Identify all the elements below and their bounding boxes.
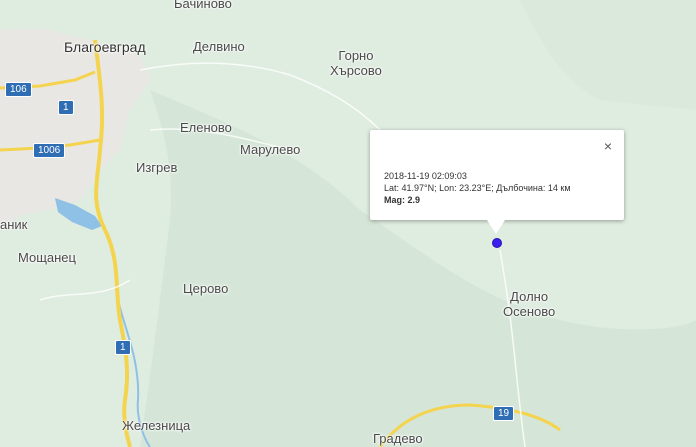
place-moshtanets: Мощанец [18,250,76,265]
popup-body: 2018-11-19 02:09:03 Lat: 41.97°N; Lon: 2… [384,170,571,206]
place-gorno-harsovo-line1: Горно [338,48,374,63]
place-dolno-osenovo-line2: Осеново [503,304,556,319]
place-gorno-harsovo: Горно Хърсово [330,48,382,78]
road-shield-1-south: 1 [115,340,131,355]
place-zheleznitsa: Железница [122,418,191,433]
place-delvino: Делвино [193,39,245,54]
place-gradevo: Градево [373,431,423,446]
place-blagoevgrad: Благоевград [64,39,146,55]
earthquake-marker[interactable] [492,238,502,248]
info-popup: × 2018-11-19 02:09:03 Lat: 41.97°N; Lon:… [370,130,624,234]
place-tserovo: Церово [183,281,229,296]
road-shield-1006: 1006 [33,143,66,158]
place-elenovo: Еленово [180,120,232,135]
place-gorno-harsovo-line2: Хърсово [330,63,382,78]
magnitude-value: 2.9 [407,195,421,205]
road-shield-19: 19 [493,406,515,421]
place-bachinovo: Бачиново [174,0,232,11]
place-dolno-osenovo-line1: Долно [510,289,549,304]
place-marulevo: Марулево [240,142,301,157]
road-shield-106: 106 [5,82,32,97]
event-coordinates: Lat: 41.97°N; Lon: 23.23°E; Дълбочина: 1… [384,183,571,193]
road-shield-1: 1 [58,100,74,115]
close-icon[interactable]: × [604,138,612,154]
event-magnitude: Mag: 2.9 [384,194,571,206]
magnitude-label: Mag: [384,195,405,205]
place-nik: аник [0,217,28,232]
event-datetime: 2018-11-19 02:09:03 [384,171,467,181]
place-dolno-osenovo: Долно Осеново [503,289,555,319]
place-izgrev: Изгрев [136,160,178,175]
